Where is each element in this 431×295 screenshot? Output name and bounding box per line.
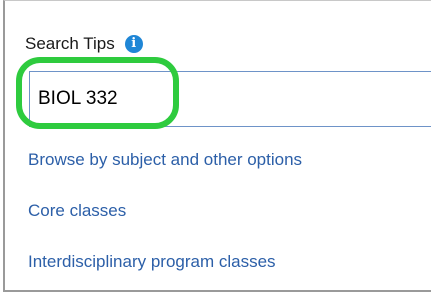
search-panel: Search Tips i Browse by subject and othe… bbox=[3, 0, 431, 292]
info-icon[interactable]: i bbox=[124, 35, 143, 53]
core-classes-link[interactable]: Core classes bbox=[28, 198, 302, 223]
browse-by-subject-link[interactable]: Browse by subject and other options bbox=[28, 147, 302, 172]
search-tips-header: Search Tips i bbox=[25, 34, 143, 54]
search-input[interactable] bbox=[29, 71, 431, 127]
search-options-links: Browse by subject and other options Core… bbox=[28, 147, 302, 274]
interdisciplinary-classes-link[interactable]: Interdisciplinary program classes bbox=[28, 249, 302, 274]
search-tips-label: Search Tips bbox=[25, 34, 115, 53]
